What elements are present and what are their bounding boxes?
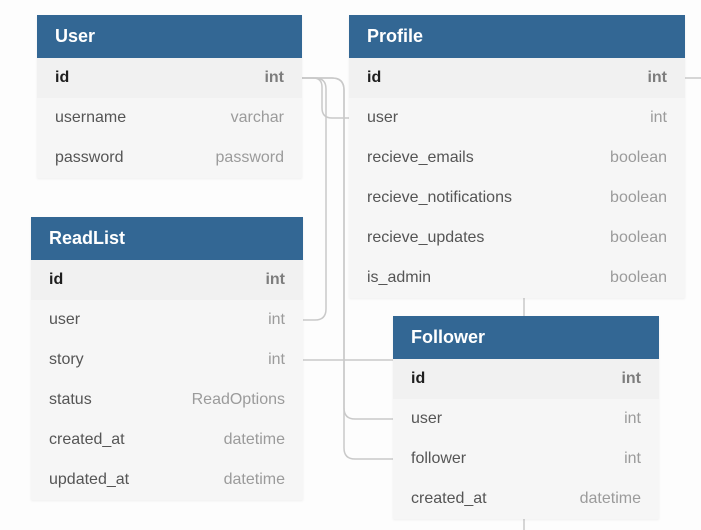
field-name: user [367,109,399,126]
field-type: int [268,311,285,328]
field-name: id [367,69,382,86]
field-name: created_at [411,490,487,507]
table-readlist[interactable]: ReadList id int user int story int statu… [31,217,303,500]
field-type: datetime [579,490,641,507]
field-name: id [55,69,70,86]
field-name: recieve_notifications [367,189,512,206]
field-name: username [55,109,127,126]
field-type: int [647,69,667,86]
field-type: varchar [230,109,284,126]
field-type: boolean [610,149,667,166]
field-type: int [264,69,284,86]
field-type: boolean [610,229,667,246]
field-row[interactable]: username varchar [37,98,302,138]
field-type: int [268,351,285,368]
field-type: datetime [223,431,285,448]
field-name: user [411,410,443,427]
field-type: int [650,109,667,126]
field-name: is_admin [367,269,432,286]
field-row[interactable]: password password [37,138,302,178]
field-row[interactable]: is_admin boolean [349,258,685,298]
field-name: follower [411,450,467,467]
field-name: story [49,351,84,368]
field-name: id [411,370,426,387]
field-row[interactable]: story int [31,340,303,380]
field-row[interactable]: created_at datetime [31,420,303,460]
field-name: updated_at [49,471,130,488]
field-name: status [49,391,92,408]
field-name: recieve_updates [367,229,485,246]
field-row[interactable]: recieve_updates boolean [349,218,685,258]
field-name: password [55,149,124,166]
field-name: created_at [49,431,125,448]
field-name: user [49,311,81,328]
relation-user-id-to-readlist-user [302,77,327,321]
er-diagram-canvas: User id int username varchar password pa… [0,0,701,530]
field-row[interactable]: id int [349,58,685,98]
table-title: User [37,15,302,58]
field-type: int [624,410,641,427]
field-row[interactable]: id int [31,260,303,300]
field-row[interactable]: follower int [393,439,659,479]
table-title: Follower [393,316,659,359]
table-title: Profile [349,15,685,58]
field-row[interactable]: id int [37,58,302,98]
field-type: ReadOptions [191,391,285,408]
table-follower[interactable]: Follower id int user int follower int cr… [393,316,659,519]
field-row[interactable]: user int [349,98,685,138]
field-type: password [215,149,284,166]
field-type: boolean [610,269,667,286]
field-type: int [621,370,641,387]
field-row[interactable]: status ReadOptions [31,380,303,420]
field-row[interactable]: recieve_notifications boolean [349,178,685,218]
table-profile[interactable]: Profile id int user int recieve_emails b… [349,15,685,298]
field-name: recieve_emails [367,149,474,166]
field-name: id [49,271,64,288]
field-row[interactable]: recieve_emails boolean [349,138,685,178]
field-row[interactable]: id int [393,359,659,399]
field-row[interactable]: updated_at datetime [31,460,303,500]
field-row[interactable]: created_at datetime [393,479,659,519]
field-type: int [265,271,285,288]
table-title: ReadList [31,217,303,260]
field-row[interactable]: user int [31,300,303,340]
field-type: datetime [223,471,285,488]
field-type: boolean [610,189,667,206]
table-user[interactable]: User id int username varchar password pa… [37,15,302,178]
field-row[interactable]: user int [393,399,659,439]
field-type: int [624,450,641,467]
